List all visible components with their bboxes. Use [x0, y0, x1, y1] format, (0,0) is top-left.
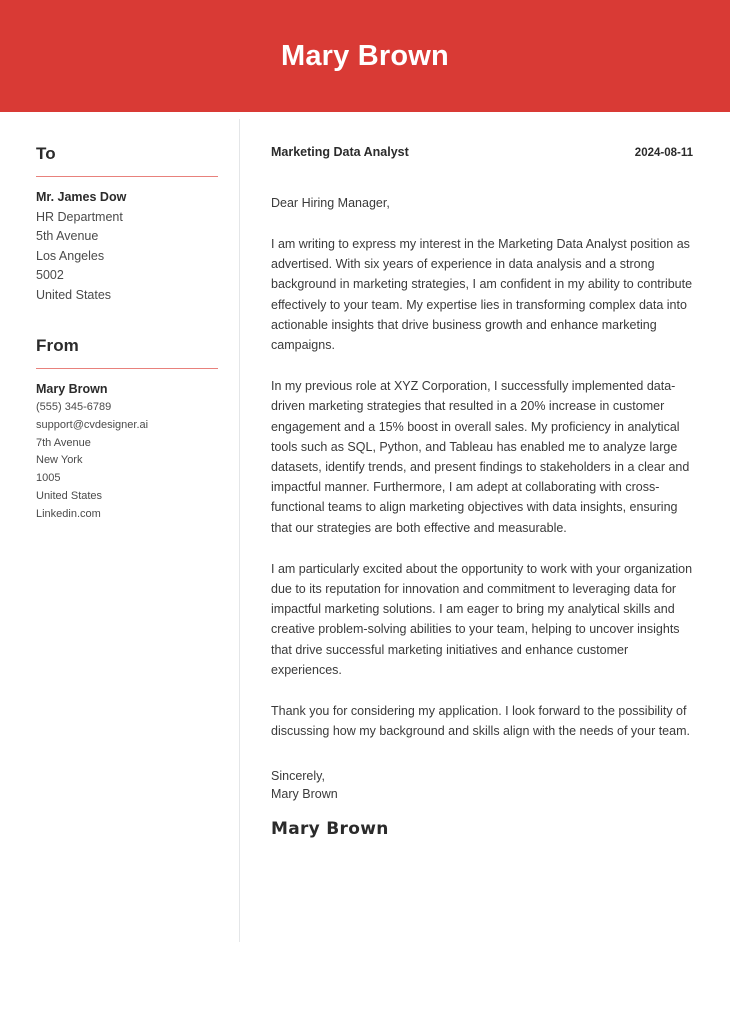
recipient-line: HR Department [36, 209, 123, 224]
closing-block: Sincerely, Mary Brown [271, 767, 693, 803]
to-heading-rule [36, 176, 218, 177]
recipient-line: United States [36, 287, 112, 302]
column-divider [239, 119, 240, 942]
closing-name: Mary Brown [271, 787, 338, 802]
header-banner: Mary Brown [0, 0, 730, 112]
cover-letter-page: Mary Brown To Mr. James Dow HR Departmen… [0, 0, 730, 1024]
recipient-line: Los Angeles [36, 248, 105, 263]
sender-phone: (555) 345-6789 [36, 401, 112, 413]
recipient-line: 5002 [36, 268, 64, 282]
sender-line: 7th Avenue [36, 436, 91, 449]
letter-paragraph: I am writing to express my interest in t… [271, 237, 693, 353]
letter-content: Marketing Data Analyst 2024-08-11 Dear H… [271, 144, 693, 839]
page-title: Mary Brown [281, 39, 449, 72]
sender-line: New York [36, 454, 83, 467]
letter-paragraph: Thank you for considering my application… [271, 704, 690, 739]
from-heading: From [36, 336, 79, 355]
letter-paragraph: I am particularly excited about the oppo… [271, 561, 693, 677]
salutation: Dear Hiring Manager, [271, 196, 390, 210]
sidebar: To Mr. James Dow HR Department 5th Avenu… [36, 144, 221, 524]
to-section: To Mr. James Dow HR Department 5th Avenu… [36, 144, 221, 305]
document-body: To Mr. James Dow HR Department 5th Avenu… [0, 112, 730, 1024]
recipient-name: Mr. James Dow [36, 190, 127, 204]
sender-website: Linkedin.com [36, 507, 101, 520]
from-section: From Mary Brown (555) 345-6789 support@c… [36, 336, 221, 524]
letter-header: Marketing Data Analyst 2024-08-11 [271, 144, 693, 162]
sender-line: United States [36, 489, 103, 502]
sender-address: Mary Brown (555) 345-6789 support@cvdesi… [36, 379, 221, 524]
recipient-line: 5th Avenue [36, 229, 99, 243]
sender-name: Mary Brown [36, 382, 108, 396]
letter-date: 2024-08-11 [634, 147, 693, 159]
closing-word: Sincerely, [271, 769, 325, 784]
to-heading: To [36, 144, 56, 163]
sender-email: support@cvdesigner.ai [36, 418, 149, 431]
recipient-address: Mr. James Dow HR Department 5th Avenue L… [36, 188, 221, 305]
signature: Mary Brown [271, 819, 389, 840]
job-title: Marketing Data Analyst [271, 145, 409, 159]
letter-paragraph: In my previous role at XYZ Corporation, … [271, 379, 690, 535]
from-heading-rule [36, 368, 218, 369]
sender-line: 1005 [36, 472, 61, 485]
